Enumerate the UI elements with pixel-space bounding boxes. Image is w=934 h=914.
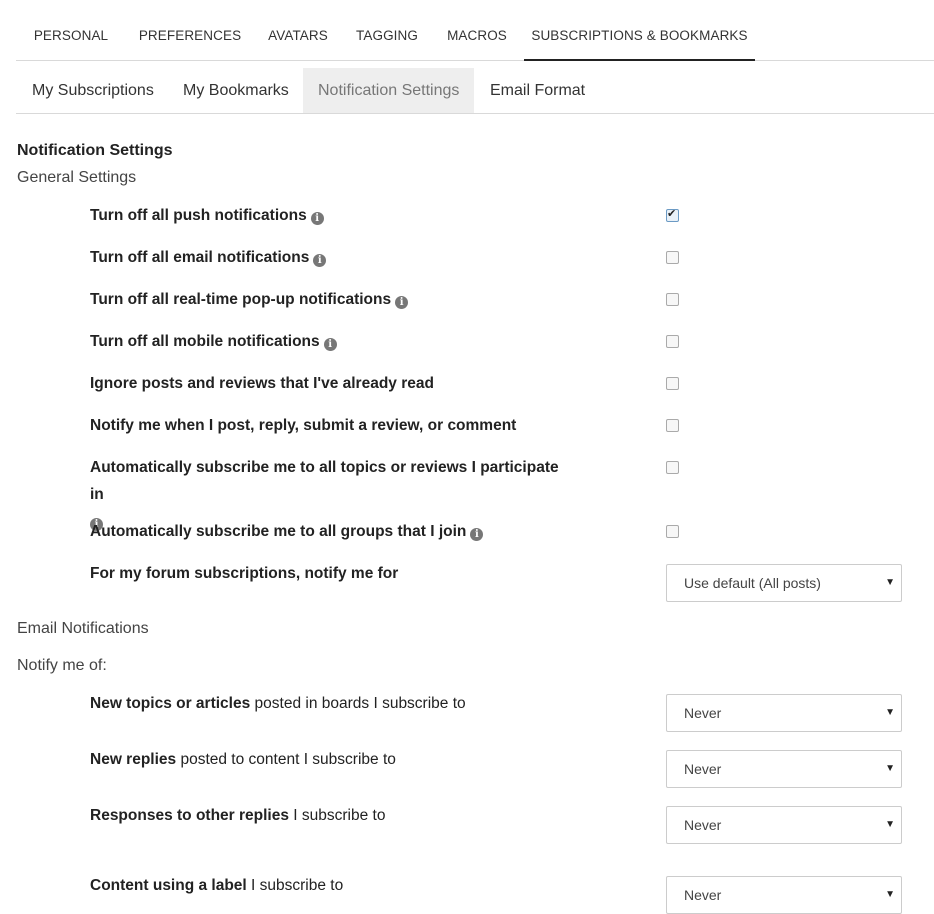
setting-popup-label: Turn off all real-time pop-up notificati… (90, 286, 570, 313)
general-settings-heading: General Settings (17, 169, 137, 186)
top-tab-bar: PERSONAL PREFERENCES AVATARS TAGGING MAC… (16, 0, 934, 61)
email-label-content-select[interactable]: Never ▼ (666, 876, 902, 914)
tab-subscriptions-bookmarks[interactable]: SUBSCRIPTIONS & BOOKMARKS (524, 0, 755, 61)
chevron-down-icon: ▼ (885, 707, 895, 718)
subtab-email-format[interactable]: Email Format (475, 68, 600, 113)
notify-me-of-heading: Notify me of: (17, 657, 107, 674)
setting-ignore-read-label: Ignore posts and reviews that I've alrea… (90, 375, 434, 392)
email-new-replies-label: New replies posted to content I subscrib… (90, 751, 396, 768)
email-new-replies-select[interactable]: Never ▼ (666, 750, 902, 788)
setting-popup-checkbox[interactable] (666, 293, 679, 306)
email-label-content-label: Content using a label I subscribe to (90, 877, 344, 894)
subtab-notification-settings[interactable]: Notification Settings (303, 68, 475, 113)
chevron-down-icon: ▼ (885, 763, 895, 774)
tab-macros[interactable]: MACROS (440, 0, 514, 60)
email-responses-label: Responses to other replies I subscribe t… (90, 807, 386, 824)
setting-email-checkbox[interactable] (666, 251, 679, 264)
setting-mobile-label: Turn off all mobile notifications i (90, 328, 570, 355)
section-title: Notification Settings (17, 142, 173, 159)
setting-push-label: Turn off all push notifications i (90, 202, 570, 229)
info-icon[interactable]: i (323, 338, 337, 351)
chevron-down-icon: ▼ (885, 889, 895, 900)
info-icon[interactable]: i (310, 212, 324, 225)
setting-notify-self-checkbox[interactable] (666, 419, 679, 432)
setting-auto-subscribe-groups-label: Automatically subscribe me to all groups… (90, 518, 570, 545)
subtab-my-subscriptions[interactable]: My Subscriptions (17, 68, 169, 113)
email-new-topics-select[interactable]: Never ▼ (666, 694, 902, 732)
setting-email-label: Turn off all email notifications i (90, 244, 570, 271)
setting-push-checkbox[interactable] (666, 207, 679, 222)
info-icon[interactable]: i (470, 528, 484, 541)
setting-ignore-read-checkbox[interactable] (666, 377, 679, 390)
setting-auto-subscribe-groups-checkbox[interactable] (666, 525, 679, 538)
email-new-topics-label: New topics or articles posted in boards … (90, 695, 466, 712)
setting-notify-self-label: Notify me when I post, reply, submit a r… (90, 417, 517, 434)
forum-subscriptions-label: For my forum subscriptions, notify me fo… (90, 565, 399, 582)
select-value: Never (684, 705, 722, 721)
forum-subscriptions-select[interactable]: Use default (All posts) ▼ (666, 564, 902, 602)
setting-auto-subscribe-topics-checkbox[interactable] (666, 461, 679, 474)
select-value: Never (684, 761, 722, 777)
info-icon[interactable]: i (313, 254, 327, 267)
email-responses-select[interactable]: Never ▼ (666, 806, 902, 844)
select-value: Use default (All posts) (684, 575, 821, 591)
chevron-down-icon: ▼ (885, 819, 895, 830)
sub-tab-bar: My Subscriptions My Bookmarks Notificati… (16, 68, 934, 114)
tab-tagging[interactable]: TAGGING (350, 0, 424, 60)
email-notifications-heading: Email Notifications (17, 620, 149, 637)
tab-personal[interactable]: PERSONAL (26, 0, 116, 60)
setting-mobile-checkbox[interactable] (666, 335, 679, 348)
tab-preferences[interactable]: PREFERENCES (131, 0, 249, 60)
select-value: Never (684, 887, 722, 903)
chevron-down-icon: ▼ (885, 577, 895, 588)
select-value: Never (684, 817, 722, 833)
tab-avatars[interactable]: AVATARS (261, 0, 335, 60)
subtab-my-bookmarks[interactable]: My Bookmarks (168, 68, 304, 113)
info-icon[interactable]: i (395, 296, 409, 309)
